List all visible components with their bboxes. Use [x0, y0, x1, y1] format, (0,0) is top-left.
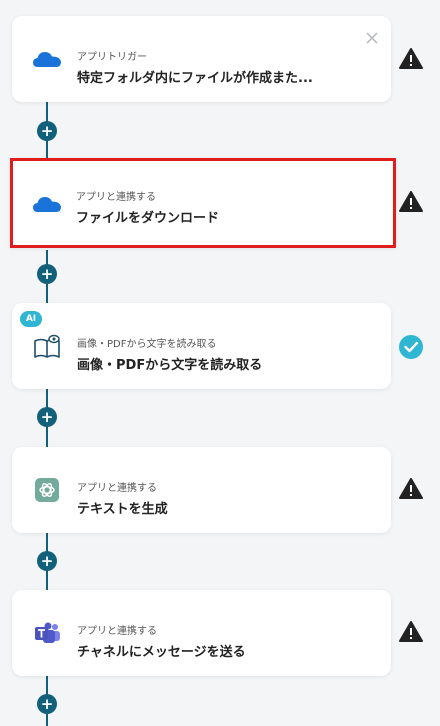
close-icon[interactable]: [365, 30, 379, 44]
add-step-button[interactable]: +: [37, 121, 57, 141]
flow-step-card-chatgpt[interactable]: アプリと連携する テキストを生成: [12, 447, 391, 533]
flow-step-card-ocr[interactable]: 画像・PDFから文字を読み取る 画像・PDFから文字を読み取る: [12, 303, 391, 389]
onedrive-icon: [32, 189, 62, 219]
flow-step-card-download[interactable]: アプリと連携する ファイルをダウンロード: [10, 158, 396, 248]
step-title: 画像・PDFから文字を読み取る: [77, 358, 263, 373]
warning-icon: [398, 619, 424, 645]
step-title: ファイルをダウンロード: [76, 211, 220, 226]
add-step-button[interactable]: +: [37, 407, 57, 427]
warning-icon: [398, 476, 424, 502]
add-step-button[interactable]: +: [37, 264, 57, 284]
check-icon: [398, 334, 424, 360]
chatgpt-icon: [32, 475, 62, 505]
step-type-label: アプリと連携する: [76, 192, 156, 203]
ocr-book-icon: [32, 331, 62, 361]
step-type-label: アプリトリガー: [77, 52, 147, 63]
step-type-label: アプリと連携する: [77, 626, 157, 637]
step-title: チャネルにメッセージを送る: [77, 645, 246, 660]
step-type-label: アプリと連携する: [77, 483, 157, 494]
teams-icon: [32, 618, 62, 648]
flow-step-card-teams[interactable]: アプリと連携する チャネルにメッセージを送る: [12, 590, 391, 676]
step-type-label: 画像・PDFから文字を読み取る: [77, 339, 217, 350]
warning-icon: [398, 189, 424, 215]
add-step-button[interactable]: +: [37, 551, 57, 571]
warning-icon: [398, 46, 424, 72]
step-title: 特定フォルダ内にファイルが作成また...: [77, 71, 313, 86]
step-title: テキストを生成: [77, 502, 168, 517]
ai-badge: AI: [20, 311, 42, 327]
flow-step-card-trigger[interactable]: アプリトリガー 特定フォルダ内にファイルが作成また...: [12, 16, 391, 102]
add-step-button[interactable]: +: [37, 694, 57, 714]
onedrive-icon: [32, 44, 62, 74]
